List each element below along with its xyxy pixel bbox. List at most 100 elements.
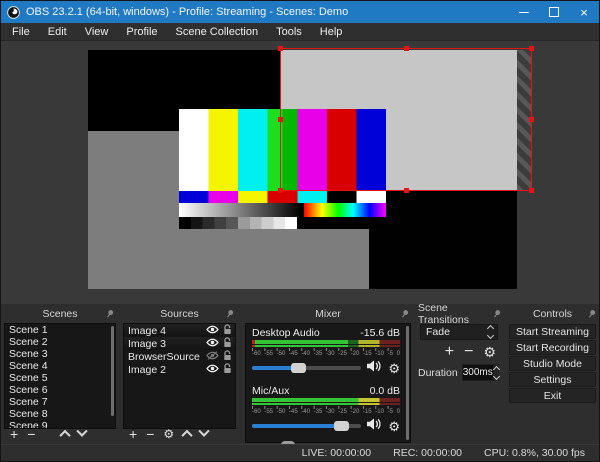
eye-icon[interactable] — [206, 338, 219, 350]
titlebar[interactable]: OBS 23.2.1 (64-bit, windows) - Profile: … — [1, 1, 599, 23]
add-transition-button[interactable]: + — [445, 344, 454, 360]
chevron-down-icon — [492, 372, 500, 380]
volume-slider-knob[interactable] — [333, 421, 349, 431]
close-button[interactable]: × — [569, 1, 599, 23]
scenes-list[interactable]: Scene 1 Scene 2 Scene 3 Scene 4 Scene 5 … — [4, 323, 116, 429]
unlock-icon[interactable] — [223, 362, 232, 377]
window-title: OBS 23.2.1 (64-bit, windows) - Profile: … — [26, 6, 349, 18]
scene-item[interactable]: Scene 3 — [5, 348, 115, 360]
scale-tick-label: -60 — [252, 409, 261, 415]
sources-header[interactable]: Sources — [122, 306, 237, 321]
pin-icon[interactable] — [102, 308, 115, 322]
scene-item[interactable]: Scene 5 — [5, 372, 115, 384]
add-scene-button[interactable]: + — [10, 427, 18, 441]
pin-icon[interactable] — [397, 308, 410, 322]
source-properties-gear-button[interactable]: ⚙ — [163, 428, 174, 440]
selection-handle-top-center[interactable] — [404, 46, 409, 51]
rec-time: REC: 00:00:00 — [393, 447, 463, 459]
settings-button[interactable]: Settings — [509, 372, 596, 387]
maximize-button[interactable] — [539, 1, 569, 23]
menu-edit[interactable]: Edit — [39, 26, 76, 38]
source-selection-box[interactable] — [278, 46, 534, 193]
channel-gear-button[interactable]: ⚙ — [388, 420, 400, 433]
remove-scene-button[interactable]: − — [27, 427, 35, 441]
selection-handle-top-left[interactable] — [278, 46, 283, 51]
scene-item[interactable]: Scene 4 — [5, 360, 115, 372]
volume-slider[interactable] — [252, 421, 362, 431]
sources-panel: Sources Image 4 Image 3 BrowserSource Im… — [122, 306, 237, 443]
pin-icon[interactable] — [222, 308, 235, 322]
selection-handle-bottom-right[interactable] — [529, 188, 534, 193]
menu-tools[interactable]: Tools — [267, 26, 311, 38]
eye-icon[interactable] — [206, 325, 219, 337]
start-streaming-button[interactable]: Start Streaming — [509, 324, 596, 339]
source-black-region-2 — [369, 191, 517, 289]
remove-transition-button[interactable]: − — [464, 344, 473, 360]
transition-select[interactable]: Fade — [420, 324, 498, 340]
rainbow-gradient — [304, 203, 386, 217]
scene-item[interactable]: Scene 6 — [5, 384, 115, 396]
channel-level-db: -15.6 dB — [360, 327, 400, 339]
speaker-icon[interactable] — [367, 359, 382, 377]
eye-slash-icon[interactable] — [206, 350, 219, 363]
studio-mode-button[interactable]: Studio Mode — [509, 356, 596, 371]
minimize-button[interactable] — [509, 1, 539, 23]
scene-transitions-title: Scene Transitions — [418, 301, 469, 326]
scenes-scrollbar[interactable] — [111, 326, 114, 416]
scale-tick-label: -10 — [375, 409, 384, 415]
duration-spinner[interactable] — [492, 364, 500, 381]
selection-handle-bottom-center[interactable] — [404, 188, 409, 193]
sources-list[interactable]: Image 4 Image 3 BrowserSource Image 2 — [123, 323, 236, 429]
preview-canvas[interactable] — [88, 46, 534, 289]
selection-handle-mid-right[interactable] — [529, 117, 534, 122]
menubar: File Edit View Profile Scene Collection … — [1, 23, 599, 41]
volume-slider[interactable] — [252, 363, 362, 373]
selection-handle-mid-left[interactable] — [278, 117, 283, 122]
move-scene-down-button[interactable] — [76, 425, 89, 437]
speaker-icon[interactable] — [367, 417, 382, 435]
channel-gear-button[interactable]: ⚙ — [388, 362, 400, 375]
menu-file[interactable]: File — [3, 26, 39, 38]
mixer-header[interactable]: Mixer — [244, 306, 412, 321]
scene-item[interactable]: Scene 8 — [5, 408, 115, 420]
controls-header[interactable]: Controls — [506, 306, 599, 321]
selection-handle-top-right[interactable] — [529, 46, 534, 51]
start-recording-button[interactable]: Start Recording — [509, 340, 596, 355]
scene-transitions-header[interactable]: Scene Transitions — [418, 302, 501, 326]
move-scene-up-button[interactable] — [59, 429, 72, 442]
source-row[interactable]: Image 2 — [124, 362, 235, 377]
menu-help[interactable]: Help — [311, 26, 352, 38]
unlock-icon[interactable] — [223, 324, 232, 338]
combo-spinner[interactable] — [484, 324, 497, 340]
unlock-icon[interactable] — [223, 349, 232, 364]
menu-scene-collection[interactable]: Scene Collection — [167, 26, 268, 38]
scale-tick-label: -35 — [313, 351, 323, 357]
move-source-down-button[interactable] — [198, 425, 210, 437]
source-row[interactable]: Image 4 — [124, 324, 235, 337]
unlock-icon[interactable] — [223, 336, 232, 351]
status-bar: LIVE: 00:00:00 REC: 00:00:00 CPU: 0.8%, … — [1, 444, 599, 461]
remove-source-button[interactable]: − — [146, 427, 154, 441]
duration-input[interactable]: 300ms — [461, 364, 494, 381]
add-source-button[interactable]: + — [129, 427, 137, 441]
source-row[interactable]: BrowserSource — [124, 349, 235, 364]
menu-view[interactable]: View — [76, 26, 118, 38]
source-row[interactable]: Image 3 — [124, 336, 235, 351]
menu-profile[interactable]: Profile — [117, 26, 166, 38]
scene-item[interactable]: Scene 1 — [5, 324, 115, 336]
scenes-header[interactable]: Scenes — [3, 306, 117, 321]
volume-meter-secondary — [252, 345, 400, 347]
volume-slider-knob[interactable] — [291, 363, 307, 373]
move-source-up-button[interactable] — [181, 429, 193, 442]
scene-item[interactable]: Scene 7 — [5, 396, 115, 408]
scale-tick-label: -25 — [338, 409, 347, 415]
selection-handle-bottom-left[interactable] — [278, 188, 283, 193]
eye-icon[interactable] — [206, 364, 219, 376]
scene-item[interactable]: Scene 2 — [5, 336, 115, 348]
scale-tick-label: -40 — [301, 409, 310, 415]
pin-icon[interactable] — [584, 308, 597, 322]
mixer-scrollbar[interactable] — [406, 326, 409, 440]
transition-properties-gear-button[interactable]: ⚙ — [483, 345, 496, 359]
scale-tick-label: -40 — [301, 351, 310, 357]
exit-button[interactable]: Exit — [509, 388, 596, 403]
